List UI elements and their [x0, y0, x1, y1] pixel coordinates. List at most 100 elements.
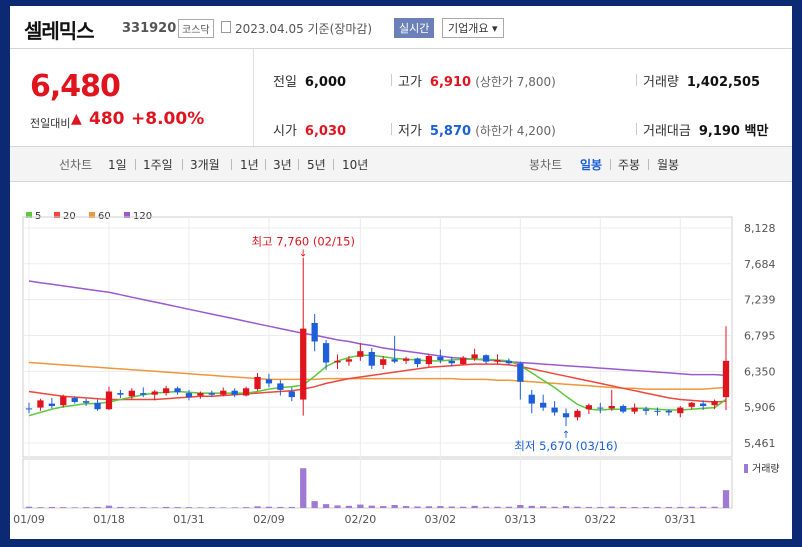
candle-body: [94, 402, 101, 410]
stock-widget: 셀레믹스 331920 코스닥 2023.04.05 기준(장마감) 실시간 기…: [10, 6, 792, 539]
market-badge: 코스닥: [178, 19, 214, 38]
tab-5y[interactable]: 5년: [307, 156, 326, 173]
volume-bar: [277, 506, 284, 508]
volume-bar: [574, 506, 581, 508]
change-label: 전일대비: [30, 117, 71, 130]
candle-body: [505, 360, 513, 364]
candle-body: [128, 390, 135, 397]
line-chart-header: 선차트: [59, 158, 93, 172]
stock-name[interactable]: 셀레믹스: [24, 15, 95, 44]
volume-bar: [345, 505, 353, 508]
stat-low: 저가 5,870 (하한가 4,200): [398, 124, 556, 139]
y-tick-label: 7,684: [744, 258, 776, 271]
tab-weekly[interactable]: 주봉: [618, 156, 640, 173]
volume-bar: [402, 506, 410, 508]
volume-bar: [620, 506, 627, 508]
candle-body: [300, 328, 307, 400]
candle-body: [368, 351, 375, 366]
tab-3y[interactable]: 3년: [273, 156, 292, 173]
volume-bar: [448, 506, 455, 508]
volume-bar: [94, 506, 101, 508]
volume-bar: [585, 506, 593, 508]
volume-bar: [48, 506, 55, 508]
x-tick-label: 02/20: [345, 513, 377, 526]
volume-legend-label: 거래량: [752, 463, 780, 475]
tab-3m[interactable]: 3개월: [190, 156, 220, 173]
volume-bar: [174, 507, 181, 508]
volume-bar: [505, 506, 513, 508]
candle-body: [482, 355, 490, 362]
x-tick-label: 02/09: [253, 513, 285, 526]
price-change-percent: +8.00%: [131, 109, 205, 129]
tab-1d[interactable]: 1일: [108, 156, 127, 173]
candle-body: [597, 407, 604, 409]
volume-bar: [677, 506, 684, 508]
tab-1y[interactable]: 1년: [240, 156, 259, 173]
candle-body: [254, 376, 261, 390]
volume-bar: [368, 505, 375, 508]
candle-body: [197, 393, 204, 396]
volume-bar: [357, 504, 364, 508]
chart-period-tabs: 선차트 1일 1주일 3개월 1년 3년 5년 10년 봉차트 일봉 주봉 월봉: [10, 146, 792, 182]
candle-body: [345, 359, 353, 362]
candle-body: [140, 393, 147, 395]
tab-10y[interactable]: 10년: [342, 156, 368, 173]
volume-bar: [71, 507, 78, 508]
x-tick-label: 03/13: [504, 513, 536, 526]
stock-code: 331920: [122, 21, 177, 36]
candle-body: [654, 410, 661, 412]
stat-high: 고가 6,910 (상한가 7,800): [398, 75, 556, 90]
volume-bar: [242, 507, 250, 508]
candle-chart-header: 봉차트: [529, 158, 563, 172]
volume-bar: [597, 506, 604, 508]
volume-bar: [460, 506, 467, 508]
candle-body: [642, 409, 650, 411]
candle-body: [540, 402, 547, 408]
candle-body: [562, 413, 570, 418]
y-tick-label: 5,461: [744, 437, 776, 450]
moving-average-120: [28, 280, 727, 377]
moving-average-60: [28, 361, 727, 390]
tab-1w[interactable]: 1주일: [143, 156, 173, 173]
volume-bar: [722, 490, 730, 508]
x-tick-label: 03/02: [424, 513, 456, 526]
volume-legend-swatch: [744, 464, 748, 473]
volume-bar: [391, 504, 398, 508]
candle-body: [517, 363, 524, 382]
candle-body: [665, 410, 673, 413]
candle-body: [391, 359, 398, 362]
as-of-date: 2023.04.05 기준(장마감): [235, 22, 373, 36]
price-chart-area: 5 20 60 120 8,128 7,684 7,239 6,795 6,350 5,906 5,…: [10, 181, 792, 539]
candle-body: [82, 401, 90, 403]
company-overview-dropdown[interactable]: 기업개요 ▾: [442, 18, 504, 38]
candlestick-chart[interactable]: 5 20 60 1208,1287,6847,2396,7956,3505,9065,…: [10, 181, 792, 539]
tab-monthly[interactable]: 월봉: [657, 156, 679, 173]
candle-body: [265, 379, 273, 384]
candle-body: [414, 358, 421, 365]
candle-body: [448, 360, 455, 364]
volume-bar: [517, 504, 524, 508]
tab-daily[interactable]: 일봉: [580, 156, 602, 173]
x-tick-label: 03/22: [584, 513, 616, 526]
stock-header: 셀레믹스 331920 코스닥 2023.04.05 기준(장마감) 실시간 기…: [10, 6, 792, 49]
volume-bar: [334, 505, 341, 508]
volume-bar: [437, 506, 444, 508]
price-summary: 6,480 전일대비 ▲ 480 +8.00%: [10, 49, 254, 146]
candle-body: [585, 405, 593, 410]
realtime-button[interactable]: 실시간: [394, 18, 435, 38]
volume-bar: [140, 507, 147, 508]
volume-bar: [322, 504, 330, 508]
candle-body: [574, 410, 581, 418]
low-annotation: 최저 5,670 (03/16): [514, 439, 618, 453]
volume-bar: [528, 505, 535, 508]
volume-bar: [642, 506, 650, 508]
volume-bar: [105, 505, 113, 508]
x-tick-label: 01/31: [173, 513, 205, 526]
candle-body: [208, 393, 215, 395]
candle-body: [174, 388, 181, 393]
volume-bar: [665, 506, 673, 508]
y-tick-label: 6,795: [744, 329, 776, 342]
volume-bar: [37, 507, 44, 508]
candle-body: [620, 405, 627, 412]
up-arrow-icon: ▲: [71, 111, 82, 127]
